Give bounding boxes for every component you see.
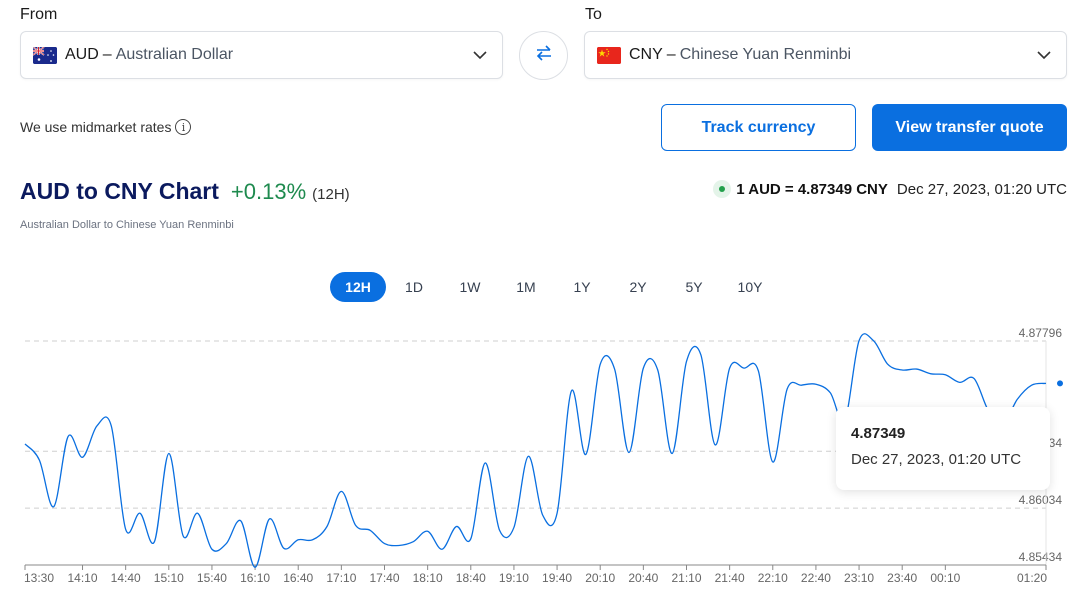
current-point-marker	[1057, 380, 1063, 387]
from-currency-name: Australian Dollar	[115, 46, 234, 63]
rate-timestamp: Dec 27, 2023, 01:20 UTC	[896, 180, 1067, 198]
y-tick-label: 4.86034	[1019, 493, 1063, 507]
x-tick-label: 17:40	[369, 571, 399, 585]
x-tick-label: 17:10	[326, 571, 356, 585]
y-tick-label: 4.85434	[1019, 550, 1063, 564]
australia-flag-icon	[33, 46, 57, 64]
from-currency-select[interactable]: AUD – Australian Dollar	[20, 31, 503, 79]
x-tick-label: 21:10	[671, 571, 701, 585]
period-tab-2y[interactable]: 2Y	[610, 272, 666, 302]
from-label: From	[20, 6, 58, 23]
x-tick-label: 13:30	[24, 571, 54, 585]
x-tick-label: 20:10	[585, 571, 615, 585]
x-tick-label: 23:10	[844, 571, 874, 585]
period-tab-5y[interactable]: 5Y	[666, 272, 722, 302]
x-tick-label: 18:10	[413, 571, 443, 585]
view-transfer-quote-button[interactable]: View transfer quote	[872, 104, 1067, 151]
midmarket-text: We use midmarket rates	[20, 119, 172, 135]
x-tick-label: 22:10	[758, 571, 788, 585]
x-tick-label: 20:40	[628, 571, 658, 585]
x-tick-label: 14:10	[68, 571, 98, 585]
from-separator: –	[102, 46, 112, 63]
change-period: (12H)	[312, 186, 350, 203]
period-tab-1d[interactable]: 1D	[386, 272, 442, 302]
x-tick-label: 00:10	[930, 571, 960, 585]
x-tick-label: 18:40	[456, 571, 486, 585]
live-status-icon	[713, 180, 732, 198]
chart-header: AUD to CNY Chart +0.13% (12H)	[20, 178, 350, 205]
x-tick-label: 19:40	[542, 571, 572, 585]
x-tick-label: 14:40	[111, 571, 141, 585]
x-tick-label: 15:40	[197, 571, 227, 585]
info-icon[interactable]: i	[175, 119, 192, 135]
x-tick-label: 22:40	[801, 571, 831, 585]
rate-value: 1 AUD = 4.87349 CNY	[736, 180, 888, 198]
period-tab-1m[interactable]: 1M	[498, 272, 554, 302]
chart-subtitle: Australian Dollar to Chinese Yuan Renmin…	[20, 219, 234, 231]
y-tick-label: 4.87796	[1019, 326, 1063, 340]
x-tick-label: 19:10	[499, 571, 529, 585]
period-tab-1w[interactable]: 1W	[442, 272, 498, 302]
x-tick-label: 16:40	[283, 571, 313, 585]
period-tab-12h[interactable]: 12H	[330, 272, 386, 302]
to-separator: –	[666, 46, 676, 63]
to-label: To	[585, 6, 602, 23]
x-tick-label: 23:40	[887, 571, 917, 585]
to-currency-select[interactable]: CNY – Chinese Yuan Renminbi	[584, 31, 1067, 79]
china-flag-icon	[597, 46, 621, 64]
x-tick-label: 16:10	[240, 571, 270, 585]
from-currency-code: AUD	[65, 46, 99, 63]
period-selector: 12H 1D 1W 1M 1Y 2Y 5Y 10Y	[330, 272, 778, 302]
x-tick-label: 01:20	[1017, 571, 1047, 585]
chart-tooltip: 4.87349 Dec 27, 2023, 01:20 UTC	[836, 407, 1050, 490]
to-currency-name: Chinese Yuan Renminbi	[679, 46, 852, 63]
to-currency-code: CNY	[629, 46, 663, 63]
track-currency-button[interactable]: Track currency	[661, 104, 856, 151]
x-tick-label: 15:10	[154, 571, 184, 585]
chevron-down-icon	[472, 47, 488, 68]
swap-arrows-icon	[534, 44, 554, 67]
change-percent: +0.13%	[230, 179, 307, 204]
tooltip-time: Dec 27, 2023, 01:20 UTC	[851, 451, 1022, 468]
tooltip-value: 4.87349	[851, 425, 906, 442]
period-tab-10y[interactable]: 10Y	[722, 272, 778, 302]
chevron-down-icon	[1036, 47, 1052, 68]
midmarket-note: We use midmarket rates i	[20, 119, 192, 135]
period-tab-1y[interactable]: 1Y	[554, 272, 610, 302]
x-tick-label: 21:40	[715, 571, 745, 585]
chart-title: AUD to CNY Chart	[20, 178, 219, 204]
current-rate: 1 AUD = 4.87349 CNY Dec 27, 2023, 01:20 …	[713, 180, 1067, 198]
swap-currencies-button[interactable]	[519, 31, 568, 80]
